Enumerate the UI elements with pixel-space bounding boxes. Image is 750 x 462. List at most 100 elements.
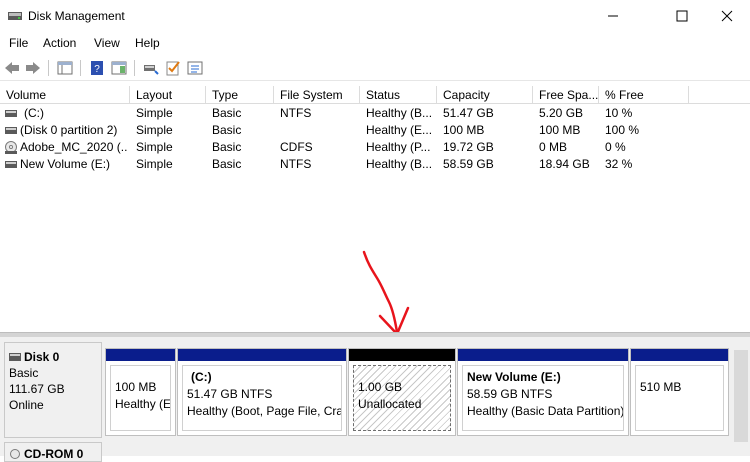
volume-layout: Simple (136, 123, 173, 137)
volume-type: Basic (212, 106, 242, 120)
partition-size: 58.59 GB NTFS (467, 387, 553, 401)
cdrom-drive-icon (10, 449, 20, 459)
column-header-layout[interactable]: Layout (130, 86, 206, 104)
partition-status: Unallocated (358, 397, 422, 411)
partition-status: Healthy (Boot, Page File, Cras (187, 404, 342, 418)
column-header-volume[interactable]: Volume (0, 86, 130, 104)
volume-free-space: 0 MB (539, 140, 568, 154)
disk-size: 111.67 GB (9, 382, 65, 396)
maximize-icon (676, 10, 688, 22)
volume-percent-free: 100 % (605, 123, 640, 137)
column-header-free-space[interactable]: Free Spa... (533, 86, 599, 104)
disk-management-app-icon (8, 10, 22, 22)
volume-drive-icon (5, 127, 17, 134)
disk-name: Disk 0 (24, 350, 60, 364)
console-tree-icon (57, 61, 73, 75)
table-row[interactable]: New Volume (E:) Simple Basic NTFS Health… (0, 156, 750, 173)
menu-help[interactable]: Help (135, 36, 160, 50)
window-title: Disk Management (28, 9, 125, 23)
vertical-scrollbar[interactable] (734, 350, 748, 442)
help-button[interactable]: ? (88, 59, 106, 77)
volume-capacity: 51.47 GB (443, 106, 494, 120)
table-row[interactable]: Adobe_MC_2020 (... Simple Basic CDFS Hea… (0, 139, 750, 156)
menu-action[interactable]: Action (43, 36, 76, 50)
properties-check-button[interactable] (164, 59, 182, 77)
volume-file-system (280, 122, 358, 139)
partition-e[interactable]: New Volume (E:) 58.59 GB NTFS Healthy (B… (457, 348, 629, 436)
volume-file-system: CDFS (280, 140, 313, 154)
cdrom-0-label[interactable]: CD-ROM 0 (4, 442, 102, 462)
show-action-pane-button[interactable] (110, 59, 128, 77)
partition-size: 1.00 GB (358, 380, 403, 394)
volume-name: (Disk 0 partition 2) (20, 123, 118, 137)
toolbar-separator (48, 60, 49, 76)
menu-file[interactable]: File (9, 36, 28, 50)
partition-bar (631, 349, 728, 361)
volume-type: Basic (212, 123, 242, 137)
partition-label: New Volume (E:) (467, 370, 561, 384)
partition-c[interactable]: (C:) 51.47 GB NTFS Healthy (Boot, Page F… (177, 348, 347, 436)
column-header-type[interactable]: Type (206, 86, 274, 104)
red-annotation-arrow (362, 250, 410, 336)
volume-name: (C:) (24, 106, 44, 120)
forward-arrow-icon (26, 62, 40, 74)
disk-connect-icon (144, 65, 159, 75)
toolbar-separator (134, 60, 135, 76)
volume-status: Healthy (B... (366, 106, 433, 120)
disk-status: Online (9, 398, 44, 412)
partition-size: 51.47 GB NTFS (187, 387, 273, 401)
volume-free-space: 18.94 GB (539, 157, 590, 171)
unallocated-bar (349, 349, 455, 361)
partition-bar (458, 349, 628, 361)
volume-percent-free: 32 % (605, 157, 633, 171)
column-header-status[interactable]: Status (360, 86, 437, 104)
close-icon (721, 10, 733, 22)
partition-label: (C:) (191, 370, 212, 384)
disk-0-label[interactable]: Disk 0 Basic 111.67 GB Online (4, 342, 102, 438)
checklist-icon (166, 61, 180, 76)
volume-file-system: NTFS (280, 106, 312, 120)
forward-button[interactable] (24, 59, 42, 77)
back-button[interactable] (3, 59, 21, 77)
close-button[interactable] (704, 0, 750, 32)
toolbar-separator (80, 60, 81, 76)
volume-status: Healthy (B... (366, 157, 433, 171)
show-hide-console-tree-button[interactable] (56, 59, 74, 77)
volume-capacity: 58.59 GB (443, 157, 494, 171)
properties-list-icon (187, 61, 203, 75)
properties-list-button[interactable] (186, 59, 204, 77)
volume-capacity: 19.72 GB (443, 140, 494, 154)
table-row[interactable]: (C:) Simple Basic NTFS Healthy (B... 51.… (0, 105, 750, 122)
volume-percent-free: 0 % (605, 140, 626, 154)
volume-status: Healthy (E... (366, 123, 433, 137)
disk-type: Basic (9, 366, 39, 380)
volume-capacity: 100 MB (443, 123, 485, 137)
column-header-percent-free[interactable]: % Free (599, 86, 689, 104)
menu-view[interactable]: View (94, 36, 120, 50)
volume-type: Basic (212, 157, 242, 171)
volume-free-space: 100 MB (539, 123, 581, 137)
partition-status: Healthy (EI (115, 397, 171, 411)
volume-drive-icon (5, 110, 17, 117)
volume-type: Basic (212, 140, 242, 154)
minimize-button[interactable] (590, 0, 636, 32)
volume-layout: Simple (136, 140, 173, 154)
svg-text:?: ? (94, 64, 100, 75)
disk-drive-icon (9, 353, 21, 361)
cd-disc-icon (5, 141, 17, 154)
partition-unallocated[interactable]: 1.00 GB Unallocated (348, 348, 456, 436)
maximize-button[interactable] (659, 0, 705, 32)
partition-bar (178, 349, 346, 361)
volume-file-system: NTFS (280, 157, 312, 171)
partition-510mb[interactable]: 510 MB (630, 348, 729, 436)
column-header-file-system[interactable]: File System (274, 86, 360, 104)
column-header-capacity[interactable]: Capacity (437, 86, 533, 104)
action-pane-icon (111, 61, 127, 75)
table-row[interactable]: (Disk 0 partition 2) Simple Basic Health… (0, 122, 750, 139)
partition-size: 510 MB (640, 380, 682, 394)
partition-recovery[interactable]: 100 MB Healthy (EI (105, 348, 176, 436)
partition-status: Healthy (Basic Data Partition) (467, 404, 624, 418)
partition-bar (106, 349, 175, 361)
connect-disk-button[interactable] (142, 59, 160, 77)
volume-name: Adobe_MC_2020 (... (20, 140, 128, 154)
